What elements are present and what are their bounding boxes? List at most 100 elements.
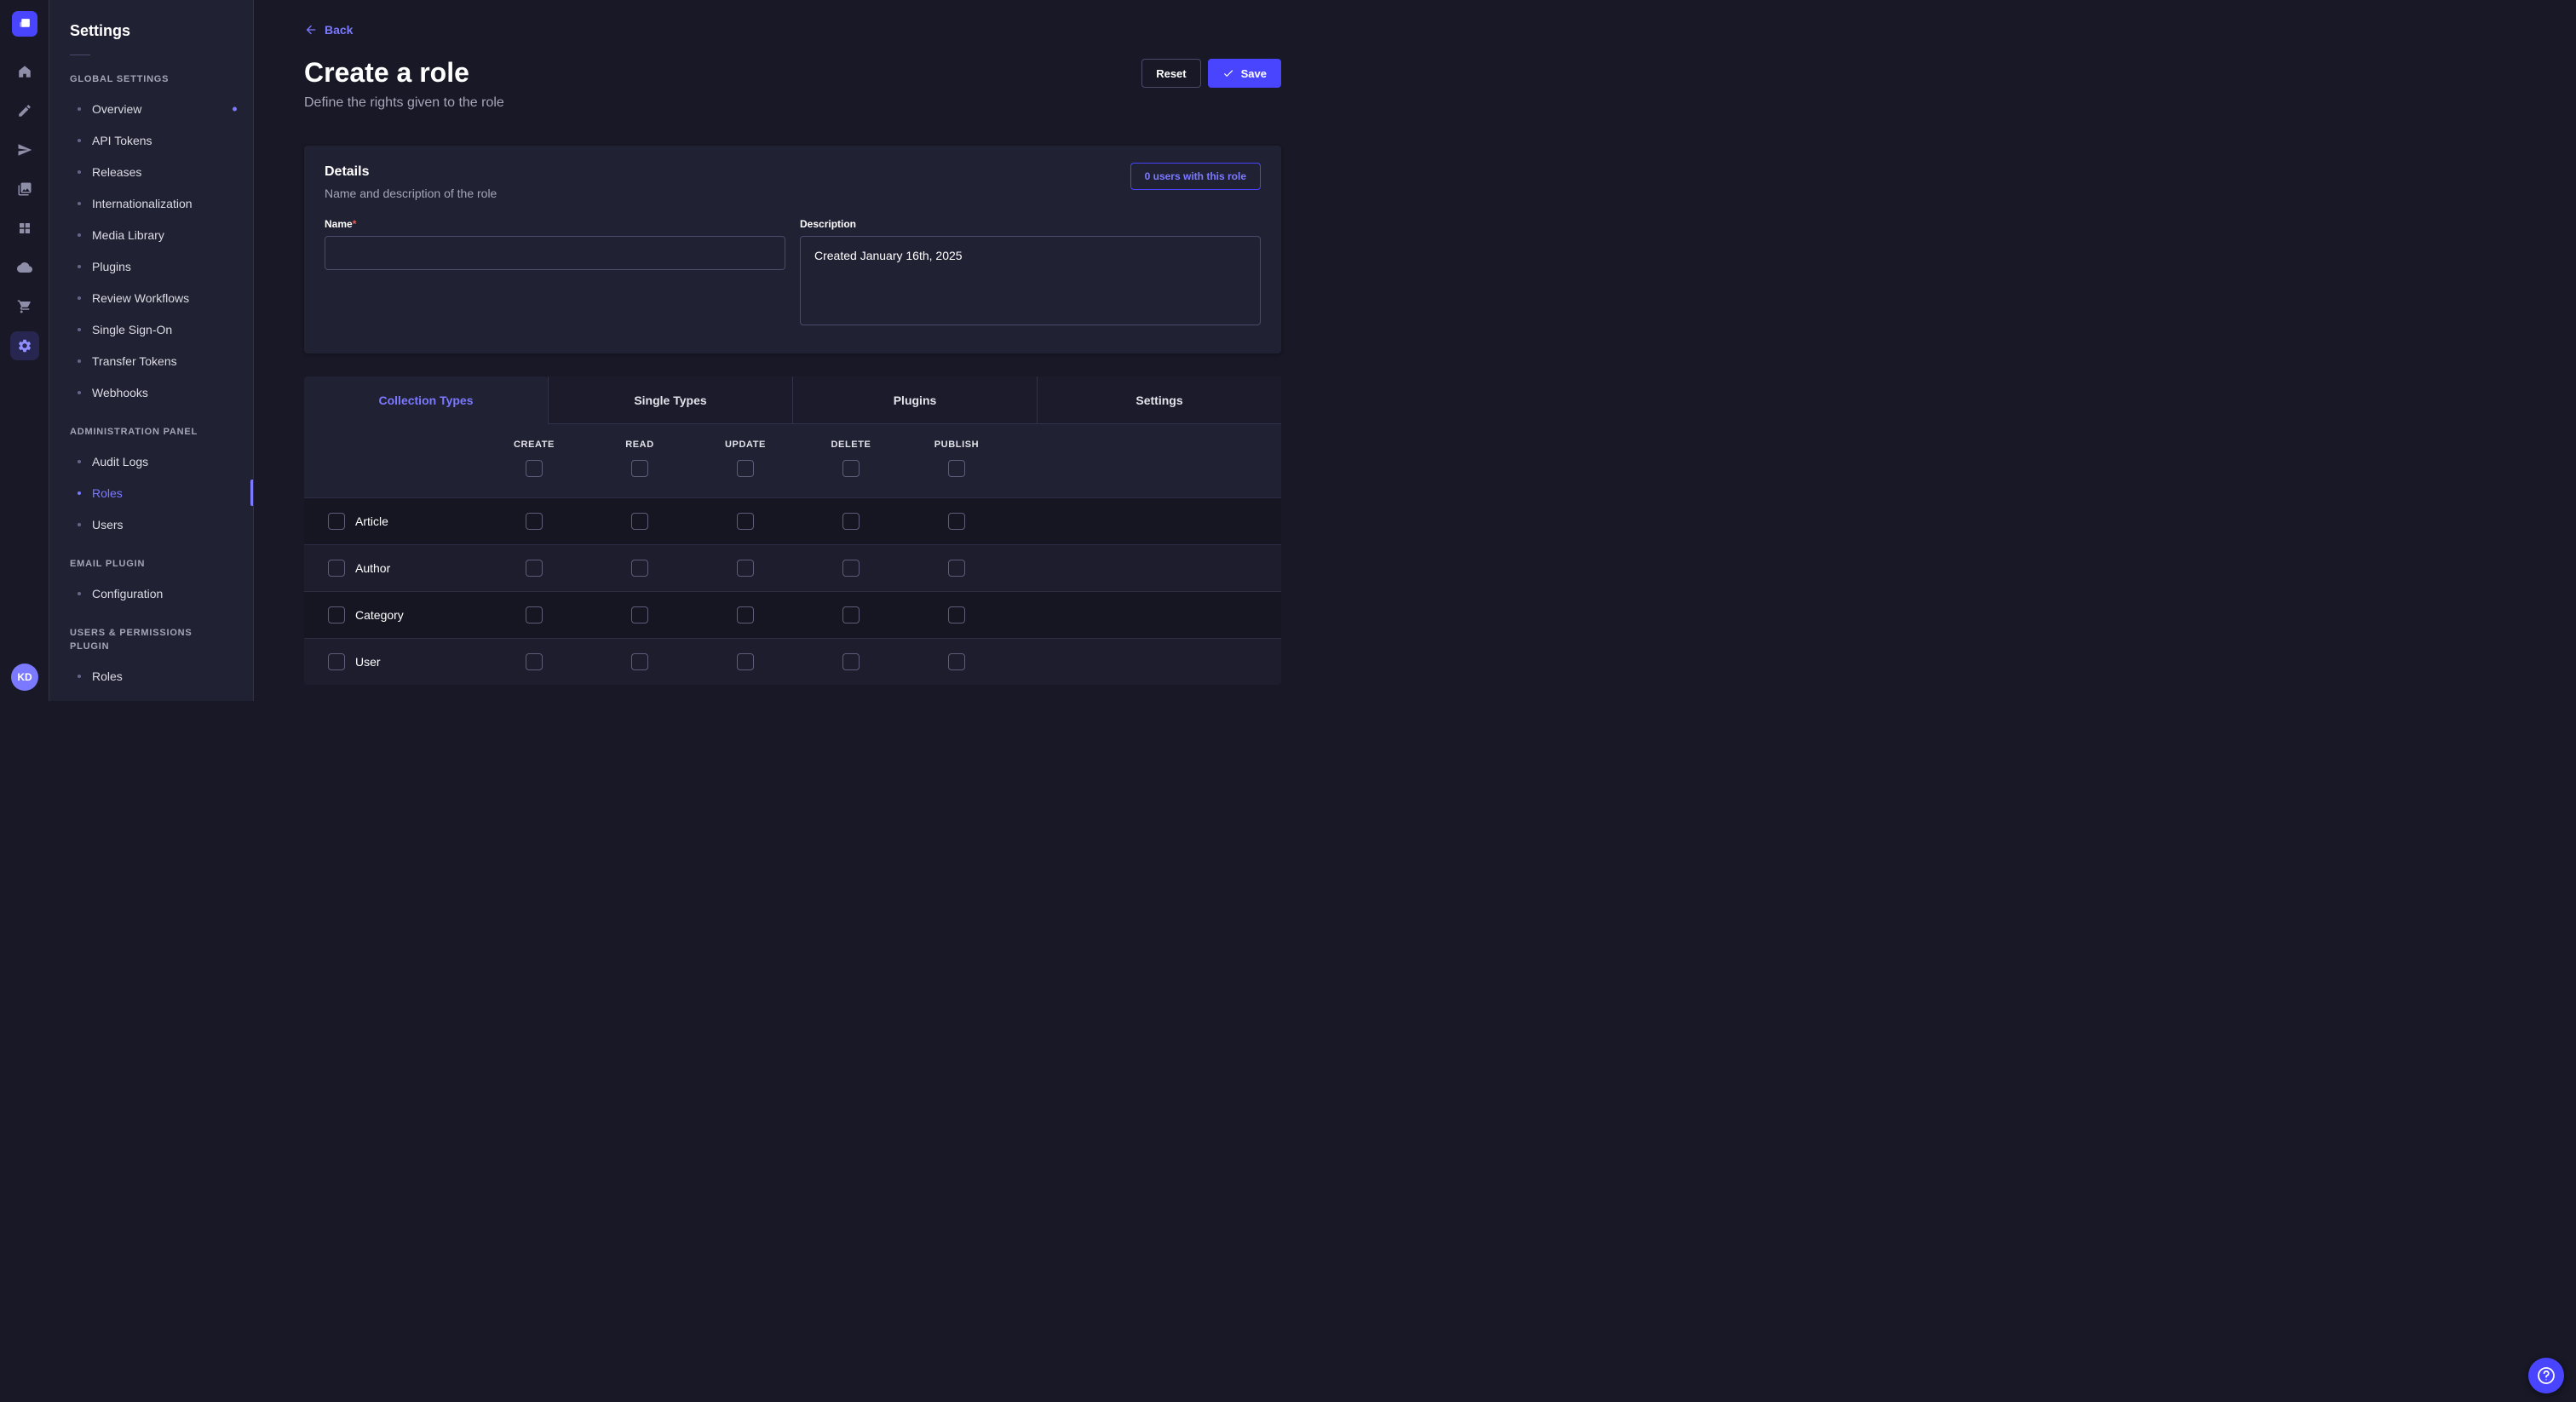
item-label: Audit Logs	[92, 455, 148, 468]
permission-checkbox[interactable]	[948, 560, 965, 577]
permission-checkbox[interactable]	[526, 606, 543, 623]
name-label: Name*	[325, 217, 785, 231]
item-label: Configuration	[92, 587, 163, 600]
permission-checkbox[interactable]	[842, 653, 860, 670]
permission-checkbox[interactable]	[526, 560, 543, 577]
details-card: Details Name and description of the role…	[304, 146, 1281, 353]
permission-checkbox[interactable]	[737, 606, 754, 623]
permission-checkbox[interactable]	[737, 653, 754, 670]
sidebar-item-plugins[interactable]: Plugins	[49, 250, 253, 282]
sidebar-item-api-tokens[interactable]: API Tokens	[49, 124, 253, 156]
column-label: READ	[625, 440, 654, 450]
name-input[interactable]	[325, 236, 785, 270]
permission-checkbox[interactable]	[842, 513, 860, 530]
permission-checkbox[interactable]	[631, 653, 648, 670]
permission-checkbox[interactable]	[737, 513, 754, 530]
select-all-create-checkbox[interactable]	[526, 460, 543, 477]
sidebar-item-internationalization[interactable]: Internationalization	[49, 187, 253, 219]
sidebar-item-review-workflows[interactable]: Review Workflows	[49, 282, 253, 313]
layout-grid-icon	[17, 221, 32, 236]
users-with-role-button[interactable]: 0 users with this role	[1130, 163, 1261, 190]
permission-row-author: Author	[304, 544, 1281, 591]
cell-update	[693, 653, 798, 670]
cell-create	[481, 653, 587, 670]
sidebar-item-audit-logs[interactable]: Audit Logs	[49, 445, 253, 477]
permission-checkbox[interactable]	[631, 606, 648, 623]
permission-checkbox[interactable]	[948, 606, 965, 623]
save-label: Save	[1241, 67, 1267, 80]
permissions-tabs: Collection Types Single Types Plugins Se…	[304, 376, 1281, 424]
cell-create	[481, 513, 587, 530]
user-avatar[interactable]: KD	[11, 664, 38, 691]
permission-row-article: Article	[304, 497, 1281, 544]
save-button[interactable]: Save	[1208, 59, 1281, 88]
row-select-checkbox[interactable]	[328, 653, 345, 670]
permission-checkbox[interactable]	[842, 606, 860, 623]
row-label: Category	[355, 608, 404, 622]
permission-checkbox[interactable]	[948, 513, 965, 530]
select-all-publish-checkbox[interactable]	[948, 460, 965, 477]
row-select-checkbox[interactable]	[328, 513, 345, 530]
bullet-icon	[78, 491, 81, 495]
permission-checkbox[interactable]	[631, 513, 648, 530]
nav-media-library-button[interactable]	[10, 175, 39, 204]
reset-button[interactable]: Reset	[1141, 59, 1200, 88]
nav-releases-button[interactable]	[10, 135, 39, 164]
help-button[interactable]	[2528, 1358, 2564, 1393]
select-all-delete-checkbox[interactable]	[842, 460, 860, 477]
row-select-checkbox[interactable]	[328, 606, 345, 623]
strapi-logo[interactable]	[12, 11, 37, 37]
nav-content-manager-button[interactable]	[10, 96, 39, 125]
select-all-read-checkbox[interactable]	[631, 460, 648, 477]
cell-update	[693, 560, 798, 577]
sidebar-item-single-sign-on[interactable]: Single Sign-On	[49, 313, 253, 345]
sidebar-item-up-roles[interactable]: Roles	[49, 660, 253, 692]
permission-checkbox[interactable]	[737, 560, 754, 577]
bullet-icon	[78, 139, 81, 142]
permission-checkbox[interactable]	[842, 560, 860, 577]
cell-delete	[798, 560, 904, 577]
nav-marketplace-button[interactable]	[10, 292, 39, 321]
page-subtitle: Define the rights given to the role	[304, 93, 504, 113]
sidebar-item-transfer-tokens[interactable]: Transfer Tokens	[49, 345, 253, 376]
nav-content-type-builder-button[interactable]	[10, 214, 39, 243]
description-label-text: Description	[800, 218, 856, 230]
row-label: Author	[355, 561, 390, 575]
sidebar-item-webhooks[interactable]: Webhooks	[49, 376, 253, 408]
permission-checkbox[interactable]	[526, 513, 543, 530]
bullet-icon	[78, 296, 81, 300]
row-select-checkbox[interactable]	[328, 560, 345, 577]
rail-nav	[10, 57, 39, 360]
permission-checkbox[interactable]	[631, 560, 648, 577]
tab-single-types[interactable]: Single Types	[548, 376, 792, 424]
nav-deploy-button[interactable]	[10, 253, 39, 282]
cell-update	[693, 513, 798, 530]
section-header: GLOBAL SETTINGS	[70, 72, 233, 86]
description-input[interactable]: Created January 16th, 2025	[800, 236, 1261, 325]
permission-checkbox[interactable]	[948, 653, 965, 670]
bullet-icon	[78, 107, 81, 111]
cell-delete	[798, 606, 904, 623]
details-form: Name* Description Created January 16th, …	[325, 217, 1261, 330]
sidebar-item-roles[interactable]: Roles	[49, 477, 253, 509]
column-read: READ	[587, 440, 693, 477]
nav-home-button[interactable]	[10, 57, 39, 86]
sidebar-item-providers[interactable]: Providers	[49, 692, 253, 701]
select-all-update-checkbox[interactable]	[737, 460, 754, 477]
description-field-group: Description Created January 16th, 2025	[800, 217, 1261, 330]
sidebar-item-media-library[interactable]: Media Library	[49, 219, 253, 250]
nav-settings-button[interactable]	[10, 331, 39, 360]
section-email-plugin: EMAIL PLUGIN Configuration	[49, 557, 253, 609]
back-link[interactable]: Back	[304, 23, 353, 37]
sidebar-item-configuration[interactable]: Configuration	[49, 577, 253, 609]
sidebar-item-releases[interactable]: Releases	[49, 156, 253, 187]
permission-checkbox[interactable]	[526, 653, 543, 670]
sidebar-item-users[interactable]: Users	[49, 509, 253, 540]
tab-settings[interactable]: Settings	[1037, 376, 1281, 424]
item-label: Roles	[92, 669, 123, 683]
cell-create	[481, 606, 587, 623]
sidebar-item-overview[interactable]: Overview	[49, 93, 253, 124]
tab-plugins[interactable]: Plugins	[792, 376, 1037, 424]
tab-collection-types[interactable]: Collection Types	[304, 376, 548, 424]
permissions-table-header: CREATE READ UPDATE DELETE PUBLISH	[304, 424, 1281, 497]
